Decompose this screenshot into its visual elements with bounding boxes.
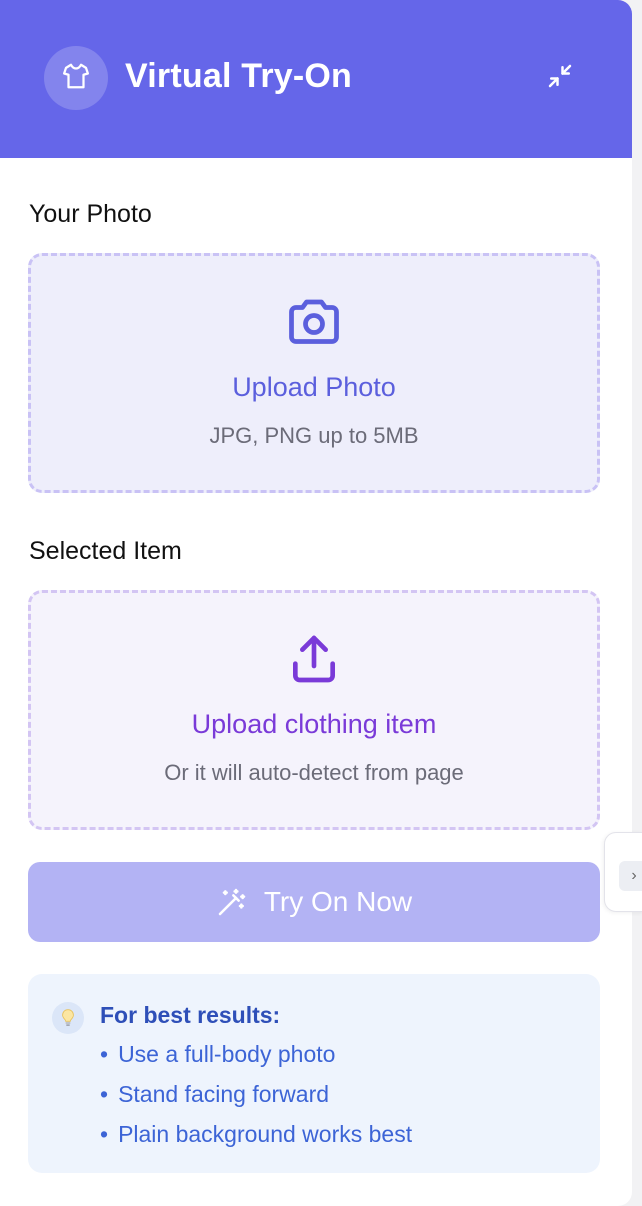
panel-title: Virtual Try-On (125, 57, 353, 95)
tips-box: For best results: Use a full-body photo … (28, 974, 600, 1173)
lightbulb-icon (52, 1002, 84, 1034)
tips-list: Use a full-body photo Stand facing forwa… (100, 1040, 412, 1160)
side-panel-handle[interactable]: › (604, 832, 642, 912)
minimize-icon (545, 61, 575, 96)
camera-icon (284, 294, 344, 350)
logo-badge (44, 46, 108, 110)
try-on-button[interactable]: Try On Now (28, 862, 600, 942)
try-on-panel: Virtual Try-On Your Photo Upload Photo J… (0, 0, 632, 1206)
panel-header: Virtual Try-On (0, 0, 632, 158)
magic-wand-icon (216, 886, 248, 918)
photo-format-hint: JPG, PNG up to 5MB (209, 423, 419, 448)
auto-detect-hint: Or it will auto-detect from page (164, 760, 464, 785)
item-upload-zone[interactable]: Upload clothing item Or it will auto-det… (28, 590, 600, 830)
selected-item-label: Selected Item (29, 537, 182, 565)
try-on-button-label: Try On Now (263, 886, 413, 917)
tip-item: Use a full-body photo (100, 1040, 412, 1080)
chevron-right-icon: › (619, 861, 642, 891)
upload-icon (286, 631, 342, 687)
tips-title: For best results: (100, 1002, 281, 1028)
upload-photo-text: Upload Photo (232, 372, 396, 402)
tip-item: Stand facing forward (100, 1080, 412, 1120)
photo-upload-zone[interactable]: Upload Photo JPG, PNG up to 5MB (28, 253, 600, 493)
collapse-button[interactable] (542, 60, 578, 96)
tshirt-icon (61, 61, 91, 96)
upload-clothing-text: Upload clothing item (191, 709, 437, 739)
your-photo-label: Your Photo (29, 200, 152, 228)
tip-item: Plain background works best (100, 1120, 412, 1160)
